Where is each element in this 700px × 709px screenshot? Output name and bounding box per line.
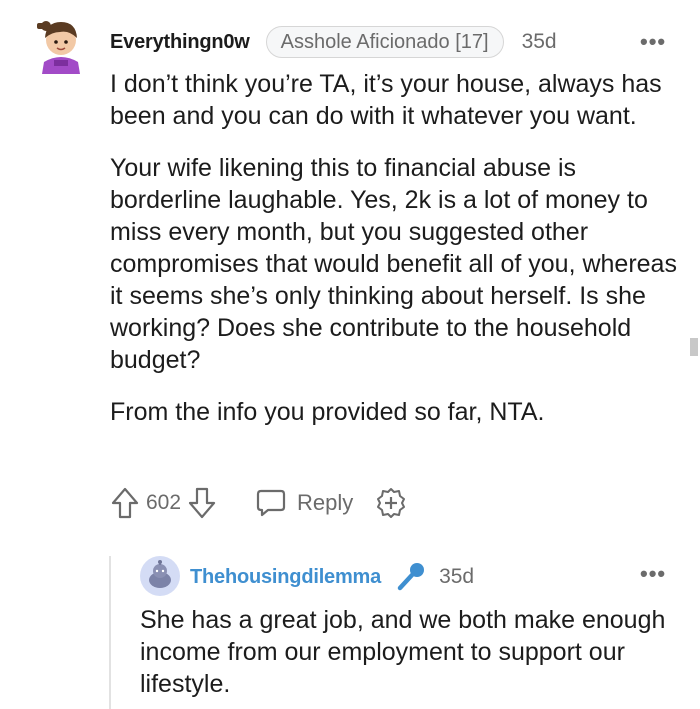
reply-author[interactable]: Thehousingdilemma: [190, 566, 381, 589]
comment-more-options-icon[interactable]: •••: [640, 31, 666, 53]
vote-count: 602: [146, 491, 182, 514]
reply-more-options-icon[interactable]: •••: [640, 563, 666, 585]
reply-text: She has a great job, and we both make en…: [140, 606, 666, 698]
comment-body: I don’t think you’re TA, it’s your house…: [110, 68, 680, 448]
speech-bubble-icon: [256, 489, 286, 517]
reply-header: Thehousingdilemma 35d: [190, 560, 474, 594]
comment-paragraph: From the info you provided so far, NTA.: [110, 398, 545, 426]
thread-line[interactable]: [109, 556, 111, 709]
reply-button[interactable]: Reply: [255, 488, 353, 518]
microphone-icon: [397, 563, 425, 591]
comment-author[interactable]: Everythingn0w: [110, 31, 250, 54]
comment-paragraph: Your wife likening this to financial abu…: [110, 154, 677, 374]
user-flair: Asshole Aficionado [17]: [265, 26, 504, 58]
reply-timestamp: 35d: [439, 565, 475, 588]
upvote-arrow-icon[interactable]: [110, 486, 140, 520]
reply-body: She has a great job, and we both make en…: [140, 604, 680, 700]
comment-actions: 602 Reply: [110, 484, 407, 522]
reply-avatar[interactable]: [140, 556, 180, 596]
add-award-icon[interactable]: [375, 487, 407, 519]
downvote-arrow-icon[interactable]: [187, 486, 217, 520]
reply-label: Reply: [297, 490, 354, 515]
comment-timestamp: 35d: [521, 30, 557, 53]
comment-header: Everythingn0w Asshole Aficionado [17] 35…: [110, 26, 557, 58]
comment-paragraph: I don’t think you’re TA, it’s your house…: [110, 70, 662, 130]
user-avatar[interactable]: [36, 12, 86, 74]
scrollbar-thumb[interactable]: [690, 338, 698, 356]
